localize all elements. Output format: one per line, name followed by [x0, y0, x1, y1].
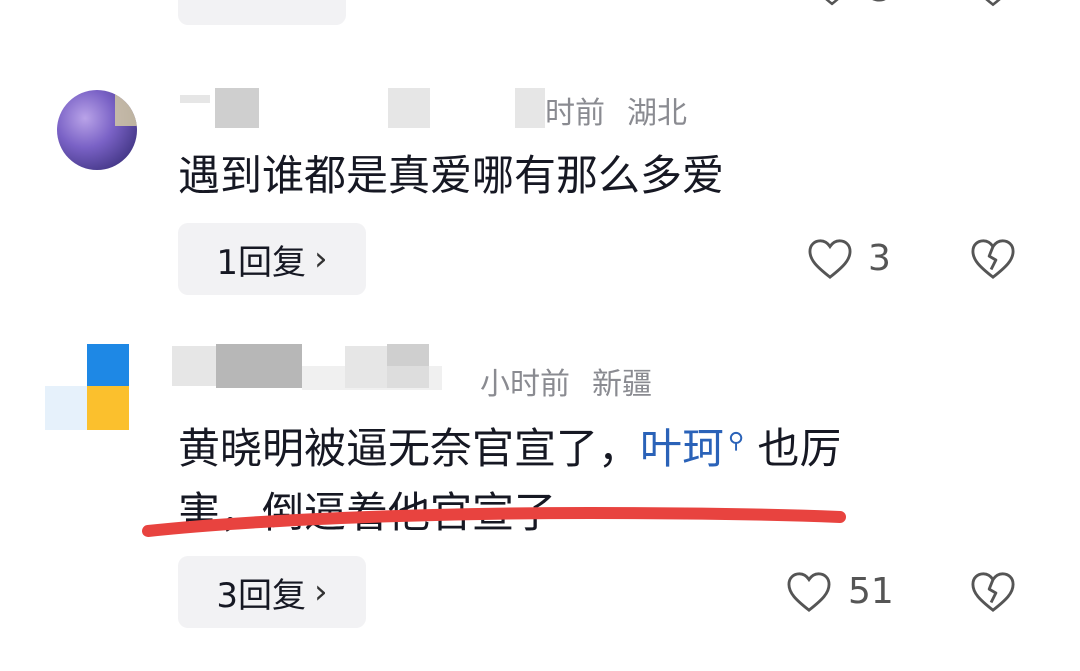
heart-icon[interactable]: [786, 571, 832, 613]
like-count-previous: 3: [870, 0, 892, 10]
comment-meta: 小时前 新疆: [480, 359, 652, 403]
heart-icon[interactable]: [807, 238, 853, 280]
reply-label: 3回复: [216, 575, 307, 616]
username-redacted[interactable]: [215, 88, 259, 128]
mention-link[interactable]: 叶珂 ⚲: [640, 424, 744, 473]
username-redacted: [388, 88, 430, 128]
broken-heart-icon[interactable]: [970, 570, 1016, 614]
search-icon: ⚲: [728, 429, 745, 454]
broken-heart-icon[interactable]: [970, 237, 1016, 281]
broken-heart-icon[interactable]: [972, 0, 1014, 8]
avatar[interactable]: [57, 90, 137, 170]
chevron-right-icon: ›: [314, 239, 328, 279]
username-redacted: [172, 346, 216, 386]
username-redacted: [216, 344, 302, 388]
like-count: 51: [848, 571, 894, 612]
avatar[interactable]: [40, 340, 136, 436]
chevron-right-icon: ›: [314, 572, 328, 612]
reply-label: 1回复: [216, 242, 307, 283]
view-replies-button[interactable]: 1回复 ›: [178, 223, 366, 295]
username-redacted: [302, 366, 442, 390]
comment-text: 遇到谁都是真爱哪有那么多爱: [178, 151, 725, 200]
comment-text-part: 也厉: [757, 424, 842, 473]
red-annotation-stroke: [142, 506, 846, 537]
timestamp: 小时前: [480, 367, 570, 402]
heart-icon[interactable]: [812, 0, 852, 8]
view-replies-button[interactable]: 3回复 ›: [178, 556, 366, 628]
reply-button-previous[interactable]: [178, 0, 346, 25]
timestamp: 时前: [545, 96, 605, 131]
mention-name[interactable]: 叶珂: [640, 424, 724, 473]
location: 新疆: [592, 367, 652, 402]
location: 湖北: [627, 96, 687, 131]
username-redacted: [515, 88, 545, 128]
comment-text-part: 黄晓明被逼无奈官宣了，: [178, 424, 641, 473]
username-redacted: [180, 95, 210, 103]
like-count: 3: [868, 238, 891, 279]
comment-meta: 时前 湖北: [545, 88, 687, 132]
